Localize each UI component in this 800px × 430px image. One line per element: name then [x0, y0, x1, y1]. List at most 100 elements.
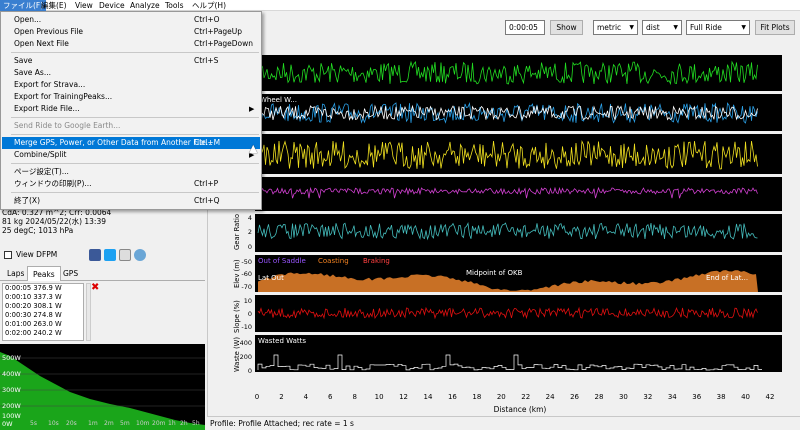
elev-tick: -70: [241, 283, 252, 291]
list-item[interactable]: 0:00:05 376.9 W: [3, 284, 83, 293]
x-tick: 18: [472, 393, 482, 401]
waste-tick: 0: [247, 367, 252, 375]
menu-item-label: Combine/Split: [14, 150, 67, 159]
peak-x-tick: 1m: [88, 420, 98, 427]
x-tick: 16: [447, 393, 457, 401]
waste-track: [255, 335, 782, 372]
plot-stack[interactable]: [255, 55, 782, 392]
menu-item-label: Open Next File: [14, 39, 69, 48]
time-input[interactable]: 0:00:05: [505, 20, 545, 35]
facebook-icon[interactable]: [89, 249, 101, 261]
menu-item-save[interactable]: Save Ctrl+S: [2, 55, 260, 67]
heartrate-track: [255, 177, 782, 211]
menu-item-shortcut: Ctrl+P: [194, 179, 219, 188]
menu-analyze[interactable]: Analyze: [127, 0, 163, 11]
list-item[interactable]: 0:02:00 240.2 W: [3, 329, 83, 338]
x-tick: 22: [521, 393, 531, 401]
menu-item-exit[interactable]: 終了(X) Ctrl+Q: [2, 195, 260, 207]
peak-x-tick: 10m: [136, 420, 150, 427]
menu-item-page-setup[interactable]: ページ設定(T)...: [2, 166, 260, 178]
units-select[interactable]: metric ▼: [593, 20, 638, 35]
menu-separator: [11, 163, 259, 164]
view-dfpm-checkbox[interactable]: [4, 251, 12, 259]
x-tick: 14: [423, 393, 433, 401]
menu-item-merge-data[interactable]: Merge GPS, Power, or Other Data from Ano…: [2, 137, 260, 149]
email-icon[interactable]: [119, 249, 131, 261]
tab-peaks[interactable]: Peaks: [27, 266, 61, 281]
peak-y-tick: 500W: [2, 354, 21, 362]
menu-device[interactable]: Device: [96, 0, 128, 11]
close-icon[interactable]: ✖: [91, 283, 99, 293]
menu-item-open-previous[interactable]: Open Previous File Ctrl+PageUp: [2, 26, 260, 38]
x-tick: 26: [570, 393, 580, 401]
slope-tick: 10: [243, 297, 252, 305]
x-tick: 40: [741, 393, 751, 401]
twitter-icon[interactable]: [104, 249, 116, 261]
submenu-arrow-icon: ▶: [249, 105, 255, 113]
menu-item-export-trainingpeaks[interactable]: Export for TrainingPeaks...: [2, 91, 260, 103]
gear-tick: 2: [247, 228, 252, 236]
waste-title: Wasted Watts: [258, 337, 307, 345]
peak-x-tick: 2m: [104, 420, 114, 427]
tab-gps[interactable]: GPS: [58, 266, 83, 281]
gear-tick: 4: [247, 214, 252, 222]
list-item[interactable]: 0:00:20 308.1 W: [3, 302, 83, 311]
x-tick: 12: [399, 393, 409, 401]
units-select-value: metric: [597, 23, 622, 32]
peak-x-tick: 20m: [152, 420, 166, 427]
show-button[interactable]: Show: [550, 20, 583, 35]
menu-edit[interactable]: 編集(E): [38, 0, 70, 11]
menu-item-label: Export for Strava...: [14, 80, 86, 89]
x-tick: 36: [692, 393, 702, 401]
menu-separator: [11, 52, 259, 53]
marker-end: End of Lat...: [706, 274, 749, 282]
list-item[interactable]: 0:00:10 337.3 W: [3, 293, 83, 302]
x-tick: 4: [303, 393, 309, 401]
list-item[interactable]: 0:01:00 263.0 W: [3, 320, 83, 329]
menu-item-shortcut: Ctrl+S: [194, 56, 219, 65]
menu-item-export-strava[interactable]: Export for Strava...: [2, 79, 260, 91]
elev-tick: -50: [241, 258, 252, 266]
x-tick: 2: [279, 393, 284, 401]
menu-item-open[interactable]: Open... Ctrl+O: [2, 14, 260, 26]
menu-tools[interactable]: Tools: [162, 0, 186, 11]
xaxis-select[interactable]: dist ▼: [642, 20, 682, 35]
peak-power-chart-svg: [0, 352, 205, 430]
menu-item-export-ride-file[interactable]: Export Ride File... ▶: [2, 103, 260, 115]
menu-item-save-as[interactable]: Save As...: [2, 67, 260, 79]
range-select[interactable]: Full Ride ▼: [686, 20, 750, 35]
menu-separator: [11, 117, 259, 118]
menu-separator: [11, 192, 259, 193]
waste-tick: 200: [239, 353, 252, 361]
menu-item-print[interactable]: ウィンドウの印刷(P)... Ctrl+P: [2, 178, 260, 190]
x-tick: 34: [667, 393, 677, 401]
menu-item-label: Save: [14, 56, 33, 65]
menu-item-shortcut: Ctrl+O: [194, 15, 220, 24]
peak-x-tick: 5s: [30, 420, 37, 427]
fit-plots-button[interactable]: Fit Plots: [755, 20, 795, 35]
x-tick: 28: [594, 393, 604, 401]
view-dfpm-label: View DFPM: [16, 250, 58, 259]
menu-help[interactable]: ヘルプ(H): [189, 0, 229, 11]
menu-item-label: Export Ride File...: [14, 104, 80, 113]
menu-item-label: Send Ride to Google Earth...: [14, 121, 121, 130]
waste-tick: 400: [239, 339, 252, 347]
menu-item-shortcut: Ctrl+M: [194, 138, 221, 147]
power-track-label: Wheel W...: [260, 96, 297, 104]
slope-tick: 0: [247, 310, 252, 318]
menu-item-open-next[interactable]: Open Next File Ctrl+PageDown: [2, 38, 260, 50]
x-tick: 24: [545, 393, 555, 401]
x-axis-label: Distance (km): [493, 405, 547, 414]
range-select-value: Full Ride: [690, 23, 722, 32]
menu-item-combine-split[interactable]: Combine/Split ▶: [2, 149, 260, 161]
peaks-list[interactable]: 0:00:05 376.9 W 0:00:10 337.3 W 0:00:20 …: [2, 283, 84, 341]
legend-out-of-saddle: Out of Saddle: [258, 257, 306, 265]
tab-laps[interactable]: Laps: [2, 266, 29, 281]
slope-tick: -10: [241, 323, 252, 331]
list-item[interactable]: 0:00:30 274.8 W: [3, 311, 83, 320]
globe-icon[interactable]: [134, 249, 146, 261]
menu-view[interactable]: View: [72, 0, 96, 11]
peak-y-tick: 300W: [2, 386, 21, 394]
x-tick: 20: [496, 393, 506, 401]
peak-y-tick: 0W: [2, 420, 13, 428]
